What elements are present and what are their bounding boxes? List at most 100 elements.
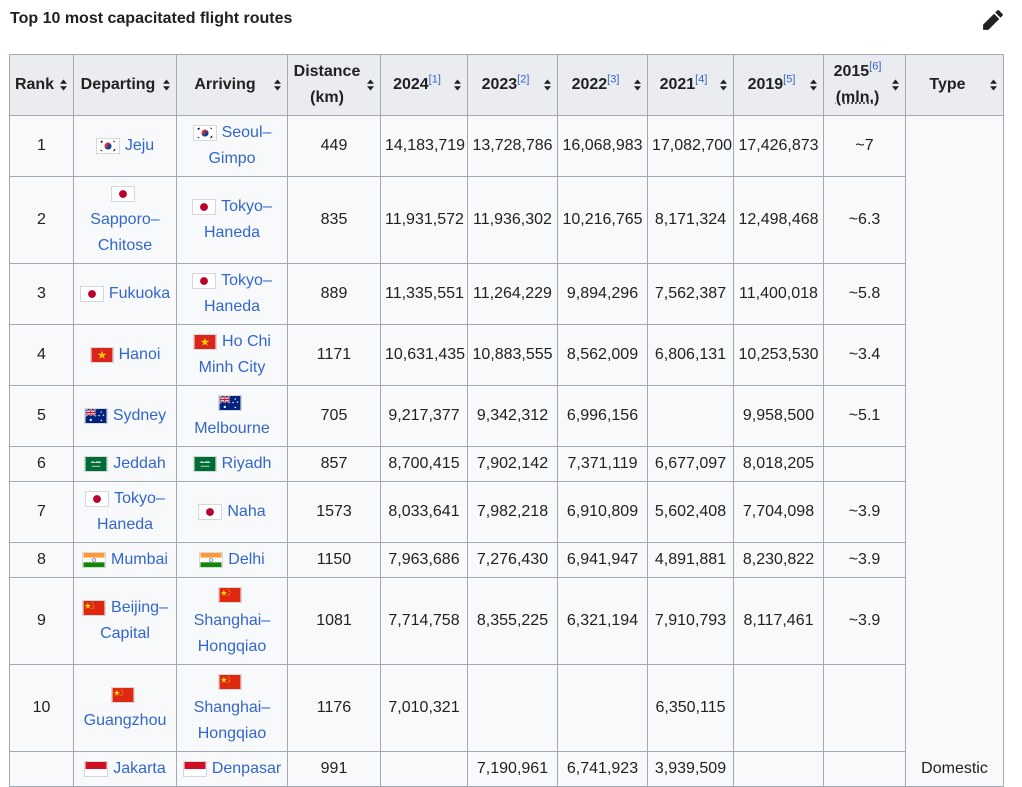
header-distance[interactable]: Distance (km) xyxy=(287,54,381,116)
departing-airport-link[interactable]: Sapporo–Chitose xyxy=(90,211,159,254)
header-2015[interactable]: 2015[6] (mln.) xyxy=(823,54,906,116)
saudi-arabia-flag-icon xyxy=(192,455,217,472)
japan-flag-icon xyxy=(198,503,223,520)
passengers-2022-cell: 16,068,983 xyxy=(557,115,648,177)
reference-link-3[interactable]: [3] xyxy=(607,74,619,86)
departing-airport-link[interactable]: Fukuoka xyxy=(109,285,170,302)
arriving-airport-link[interactable]: Delhi xyxy=(228,551,264,568)
type-cell: Domestic xyxy=(905,115,1004,787)
japan-flag-icon xyxy=(192,272,217,289)
departing-airport-link[interactable]: Beijing–Capital xyxy=(100,599,168,642)
arriving-airport-link[interactable]: Denpasar xyxy=(212,760,281,777)
passengers-2023-cell: 7,190,961 xyxy=(467,751,558,787)
rank-cell: 2 xyxy=(9,176,74,264)
passengers-2019-cell: 7,704,098 xyxy=(733,481,824,543)
departing-airport-link[interactable]: Jeju xyxy=(125,137,154,154)
departing-airport-link[interactable]: Mumbai xyxy=(111,551,168,568)
passengers-2021-cell: 6,677,097 xyxy=(647,446,734,482)
departing-cell: Jakarta xyxy=(73,751,177,787)
arriving-cell: Tokyo–Haneda xyxy=(176,176,288,264)
header-arriving-label: Arriving xyxy=(194,76,256,93)
departing-cell: Jeju xyxy=(73,115,177,177)
reference-link-4[interactable]: [4] xyxy=(695,74,707,86)
south-korea-flag-icon xyxy=(192,124,217,141)
arriving-cell: Denpasar xyxy=(176,751,288,787)
passengers-2021-cell: 7,910,793 xyxy=(647,577,734,665)
arriving-airport-link[interactable]: Riyadh xyxy=(222,455,272,472)
header-2023[interactable]: 2023[2] xyxy=(467,54,558,116)
passengers-2019-cell: 9,958,500 xyxy=(733,385,824,447)
passengers-2024-cell: 9,217,377 xyxy=(380,385,468,447)
passengers-2024-cell: 7,010,321 xyxy=(380,664,468,752)
passengers-2023-cell: 7,276,430 xyxy=(467,542,558,578)
header-row: Rank Departing Arriving Distance (km) 202… xyxy=(9,54,1004,116)
header-distance-label: Distance xyxy=(293,63,361,80)
departing-airport-link[interactable]: Hanoi xyxy=(119,346,161,363)
header-2024[interactable]: 2024[1] xyxy=(380,54,468,116)
flight-routes-table: Rank Departing Arriving Distance (km) 202… xyxy=(9,54,1004,787)
sort-icon xyxy=(810,79,817,91)
table-row: 8 Mumbai Delhi 1150 7,963,686 7,276,430 6,941,… xyxy=(9,542,1004,578)
header-2022[interactable]: 2022[3] xyxy=(557,54,648,116)
header-departing[interactable]: Departing xyxy=(73,54,177,116)
departing-airport-link[interactable]: Guangzhou xyxy=(84,712,167,729)
departing-cell: Jeddah xyxy=(73,446,177,482)
passengers-2021-cell: 4,891,881 xyxy=(647,542,734,578)
passengers-2015-cell: ~3.9 xyxy=(823,542,906,578)
passengers-2024-cell: 8,700,415 xyxy=(380,446,468,482)
rank-cell: 7 xyxy=(9,481,74,543)
arriving-airport-link[interactable]: Seoul–Gimpo xyxy=(208,124,271,167)
passengers-2021-cell xyxy=(647,385,734,447)
passengers-2022-cell: 10,216,765 xyxy=(557,176,648,264)
australia-flag-icon xyxy=(83,407,108,424)
header-2021-label: 2021 xyxy=(659,76,696,93)
departing-airport-link[interactable]: Jakarta xyxy=(113,760,165,777)
reference-link-5[interactable]: [5] xyxy=(783,74,795,86)
distance-cell: 991 xyxy=(287,751,381,787)
departing-airport-link[interactable]: Sydney xyxy=(113,407,166,424)
rank-cell: 10 xyxy=(9,664,74,752)
departing-cell: Sydney xyxy=(73,385,177,447)
departing-airport-link[interactable]: Jeddah xyxy=(113,455,166,472)
china-flag-icon xyxy=(217,586,242,603)
rank-cell: 6 xyxy=(9,446,74,482)
arriving-airport-link[interactable]: Naha xyxy=(227,503,265,520)
passengers-2021-cell: 8,171,324 xyxy=(647,176,734,264)
reference-link-1[interactable]: [1] xyxy=(429,74,441,86)
table-row: 2 Sapporo–Chitose Tokyo–Haneda 835 11,931,57… xyxy=(9,176,1004,264)
header-2019[interactable]: 2019[5] xyxy=(733,54,824,116)
passengers-2019-cell: 8,018,205 xyxy=(733,446,824,482)
pencil-edit-icon[interactable] xyxy=(982,9,1004,31)
arriving-cell: Tokyo–Haneda xyxy=(176,263,288,325)
passengers-2024-cell: 8,033,641 xyxy=(380,481,468,543)
passengers-2021-cell: 6,350,115 xyxy=(647,664,734,752)
arriving-airport-link[interactable]: Shanghai–Hongqiao xyxy=(194,612,271,655)
header-arriving[interactable]: Arriving xyxy=(176,54,288,116)
passengers-2021-cell: 17,082,700 xyxy=(647,115,734,177)
china-flag-icon xyxy=(110,686,135,703)
arriving-cell: Riyadh xyxy=(176,446,288,482)
passengers-2015-cell xyxy=(823,751,906,787)
passengers-2022-cell xyxy=(557,664,648,752)
arriving-airport-link[interactable]: Melbourne xyxy=(194,420,270,437)
distance-cell: 1081 xyxy=(287,577,381,665)
table-row: 6 Jeddah Riyadh 857 8,700,415 7,902,142 7,371,… xyxy=(9,446,1004,482)
passengers-2024-cell: 11,931,572 xyxy=(380,176,468,264)
arriving-airport-link[interactable]: Shanghai–Hongqiao xyxy=(194,699,271,742)
japan-flag-icon xyxy=(192,198,217,215)
table-row: 4 Hanoi Ho Chi Minh City 1171 10,631,435 10,8… xyxy=(9,324,1004,386)
table-row: 5 Sydney Melbourne 705 9,217,377 9,342,312 6,9… xyxy=(9,385,1004,447)
header-2021[interactable]: 2021[4] xyxy=(647,54,734,116)
header-type[interactable]: Type xyxy=(905,54,1004,116)
sort-icon xyxy=(990,79,997,91)
rank-cell: 9 xyxy=(9,577,74,665)
india-flag-icon xyxy=(199,551,224,568)
reference-link-6[interactable]: [6] xyxy=(869,61,881,73)
distance-cell: 449 xyxy=(287,115,381,177)
sort-icon xyxy=(163,79,170,91)
header-rank[interactable]: Rank xyxy=(9,54,74,116)
indonesia-flag-icon xyxy=(84,760,109,777)
reference-link-2[interactable]: [2] xyxy=(517,74,529,86)
passengers-2023-cell: 7,902,142 xyxy=(467,446,558,482)
passengers-2015-cell: ~7 xyxy=(823,115,906,177)
